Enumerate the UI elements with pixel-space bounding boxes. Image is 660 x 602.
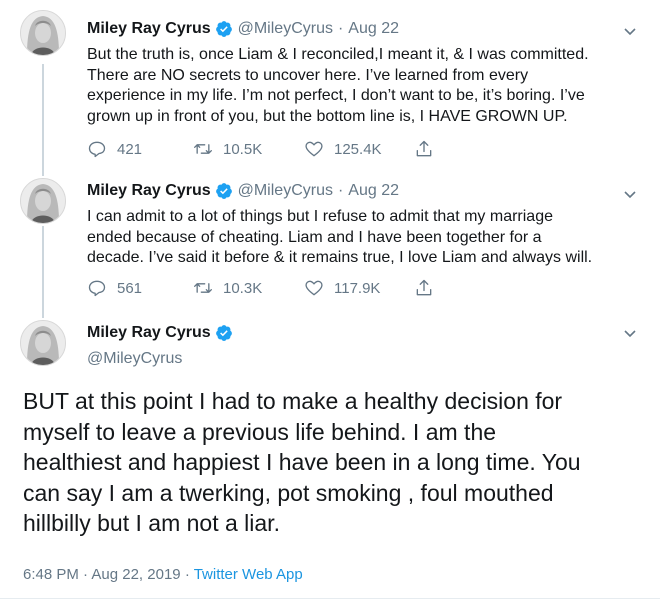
main-tweet-text: BUT at this point I had to make a health…: [23, 386, 643, 539]
tweet-time[interactable]: 6:48 PM: [23, 566, 79, 583]
caret-down-icon[interactable]: [622, 325, 638, 341]
verified-badge-icon: [215, 324, 233, 342]
separator: ·: [83, 566, 89, 583]
handle[interactable]: @MileyCyrus: [87, 350, 238, 368]
tweet-text-line: hillbilly but I am not a liar.: [23, 510, 280, 536]
tweet-text-line: healthiest and happiest I have been in a…: [23, 449, 581, 475]
main-name-row: Miley Ray Cyrus: [87, 324, 238, 342]
tweet-text-line: BUT at this point I had to make a health…: [23, 388, 563, 414]
tweet-text-line: can say I am a twerking, pot smoking , f…: [23, 479, 554, 506]
tweet-full-date[interactable]: Aug 22, 2019: [91, 566, 180, 583]
display-name[interactable]: Miley Ray Cyrus: [87, 324, 211, 342]
divider: [0, 598, 660, 599]
tweet-metadata: 6:48 PM · Aug 22, 2019 · Twitter Web App: [23, 566, 303, 583]
avatar[interactable]: [20, 320, 66, 366]
main-tweet-author: Miley Ray Cyrus @MileyCyrus: [87, 324, 238, 368]
separator: ·: [184, 566, 190, 583]
main-tweet: Miley Ray Cyrus @MileyCyrus BUT at this …: [0, 0, 660, 602]
tweet-source-link[interactable]: Twitter Web App: [194, 566, 303, 583]
tweet-text-line: myself to leave a previous life behind. …: [23, 418, 497, 445]
